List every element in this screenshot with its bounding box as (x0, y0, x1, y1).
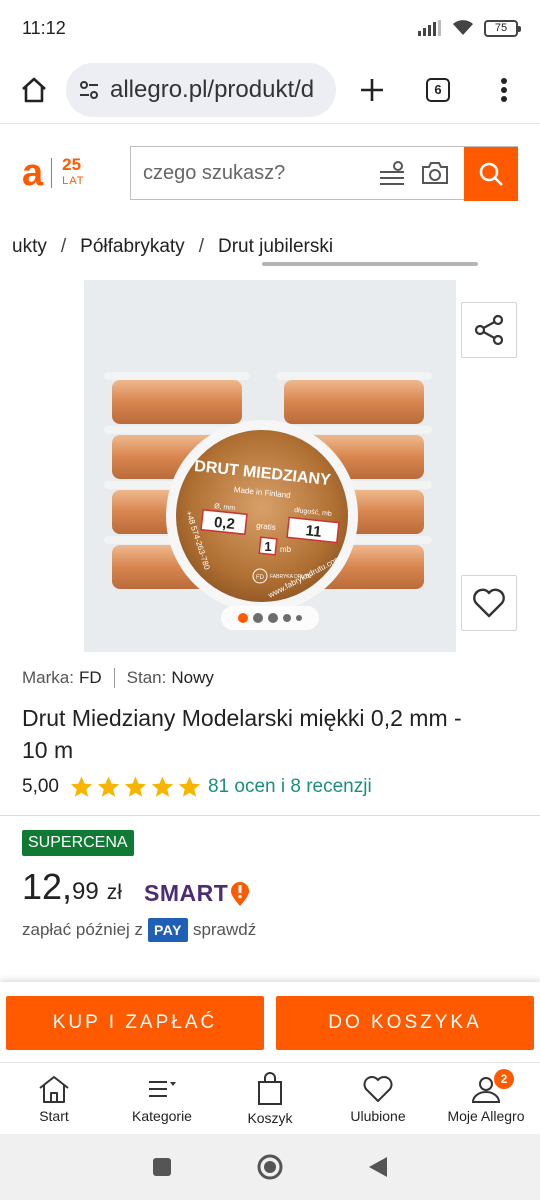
logo-letter: a (22, 152, 44, 194)
signal-icon (418, 20, 441, 36)
nav-start[interactable]: Start (0, 1063, 108, 1134)
buy-now-button[interactable]: KUP I ZAPŁAĆ (6, 996, 264, 1050)
add-to-cart-button[interactable]: DO KOSZYKA (276, 996, 534, 1050)
rating-row: 5,00 81 ocen i 8 recenzji (22, 775, 372, 799)
search-input[interactable]: czego szukasz? (131, 147, 378, 199)
label-brand-name: FABRYKA DRUTU (270, 574, 312, 580)
breadcrumb-scrollbar[interactable] (262, 262, 478, 266)
divider (0, 815, 540, 816)
label-unit: mb (280, 545, 292, 554)
home-icon (22, 77, 46, 102)
browser-toolbar: allegro.pl/produkt/d 6 (0, 56, 540, 124)
more-vert-icon (501, 77, 507, 102)
nav-categories[interactable]: Kategorie (108, 1063, 216, 1134)
star-icon (178, 776, 201, 797)
home-icon (39, 1075, 69, 1103)
back-icon[interactable] (367, 1155, 389, 1179)
product-photo: DRUT MIEDZIANY Made in Finland Ø, mm dłu… (84, 280, 456, 652)
camera-icon[interactable] (420, 160, 450, 186)
bottom-navigation: Start Kategorie Koszyk Ulubione 2 Moje A… (0, 1062, 540, 1134)
price-decimal: 99 (72, 878, 99, 905)
favorite-button[interactable] (461, 575, 517, 631)
search-button[interactable] (464, 147, 518, 201)
gallery-pagination (221, 606, 319, 630)
nav-favorites[interactable]: Ulubione (324, 1063, 432, 1134)
label-brand-mark: FD (256, 575, 265, 581)
battery-indicator: 75 (484, 19, 521, 37)
star-icon (97, 776, 120, 797)
product-image[interactable]: DRUT MIEDZIANY Made in Finland Ø, mm dłu… (84, 280, 456, 652)
status-bar: 11:12 75 (0, 0, 540, 56)
home-button[interactable] (14, 70, 54, 110)
search-filter-icon[interactable] (378, 160, 406, 186)
site-settings-icon[interactable] (78, 79, 100, 101)
gallery-dot[interactable] (283, 614, 291, 622)
system-home-icon[interactable] (256, 1153, 284, 1181)
product-meta: Marka: FD Stan: Nowy (22, 668, 214, 688)
plus-icon (361, 78, 383, 101)
tab-count: 6 (426, 77, 450, 102)
star-icon (70, 776, 93, 797)
rating-stars (69, 775, 202, 799)
nav-my-allegro[interactable]: 2 Moje Allegro (432, 1063, 540, 1134)
notification-badge: 2 (494, 1069, 514, 1089)
site-header: a 25 LAT czego szukasz? (0, 124, 540, 222)
star-icon (124, 776, 147, 797)
gallery-dot[interactable] (296, 615, 302, 621)
search-bar: czego szukasz? (130, 146, 518, 201)
bag-icon (258, 1071, 282, 1105)
gallery-dot[interactable] (238, 613, 248, 623)
search-icon (479, 162, 503, 186)
gallery-dot[interactable] (268, 613, 278, 623)
heart-icon (473, 588, 505, 618)
wifi-icon (453, 20, 473, 35)
logo-anniversary: 25 LAT (62, 155, 85, 187)
new-tab-button[interactable] (352, 70, 392, 110)
breadcrumb-item[interactable]: ukty (12, 236, 47, 258)
price: 12, 99 zł (22, 866, 122, 908)
condition-value: Nowy (171, 668, 214, 687)
smart-exclamation-icon (231, 881, 250, 906)
allegro-logo[interactable]: a 25 LAT (22, 154, 130, 192)
recents-icon[interactable] (151, 1156, 173, 1178)
reviews-link[interactable]: 81 ocen i 8 recenzji (208, 776, 372, 798)
supercena-badge: SUPERCENA (22, 830, 134, 856)
share-icon (474, 314, 504, 346)
label-gratis-value: 1 (264, 539, 271, 554)
price-currency: zł (106, 881, 122, 904)
status-icons: 75 (418, 19, 521, 37)
heart-icon (363, 1075, 393, 1102)
url-text: allegro.pl/produkt/d (110, 75, 315, 103)
share-button[interactable] (461, 302, 517, 358)
system-navigation (0, 1134, 540, 1200)
brand-value[interactable]: FD (79, 668, 102, 688)
label-length: 11 (305, 522, 323, 541)
pay-later: zapłać później z PAY sprawdź (22, 918, 256, 942)
pay-later-check-link[interactable]: sprawdź (193, 920, 256, 940)
breadcrumb-item[interactable]: Drut jubilerski (218, 236, 333, 258)
browser-menu-button[interactable] (484, 70, 524, 110)
label-diameter: 0,2 (213, 514, 236, 533)
tab-switcher-button[interactable]: 6 (418, 70, 458, 110)
status-time: 11:12 (22, 17, 66, 38)
purchase-bar: KUP I ZAPŁAĆ DO KOSZYKA (0, 982, 540, 1062)
allegro-pay-badge: PAY (147, 918, 188, 942)
address-bar[interactable]: allegro.pl/produkt/d (66, 62, 336, 117)
nav-cart[interactable]: Koszyk (216, 1063, 324, 1134)
breadcrumb-item[interactable]: Półfabrykaty (80, 236, 185, 258)
rating-value: 5,00 (22, 776, 59, 797)
smart-badge[interactable]: SMART (144, 880, 250, 907)
menu-icon (149, 1080, 176, 1097)
gallery-dot[interactable] (253, 613, 263, 623)
price-integer: 12, (22, 866, 73, 907)
product-title: Drut Miedziany Modelarski miękki 0,2 mm … (22, 705, 462, 763)
star-icon (151, 776, 174, 797)
